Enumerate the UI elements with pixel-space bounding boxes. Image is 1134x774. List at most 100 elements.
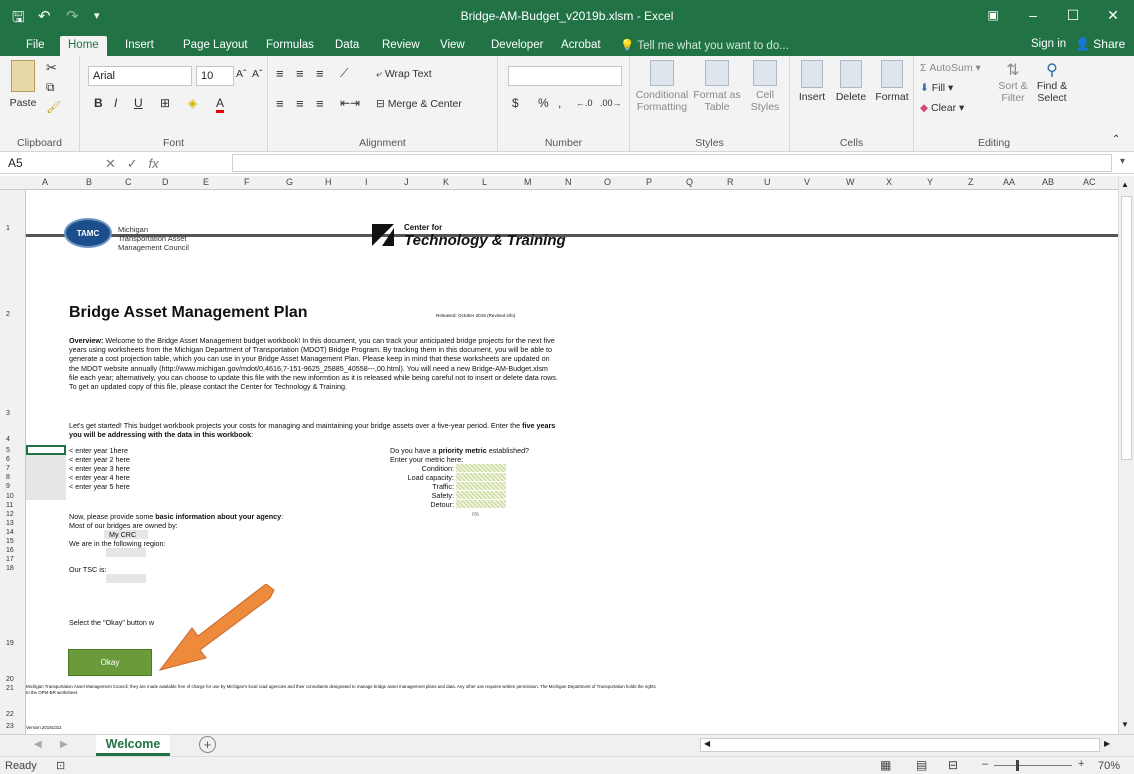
column-header[interactable]: B xyxy=(86,177,92,187)
format-as-table-button[interactable]: Format as Table xyxy=(692,60,742,113)
row-header[interactable]: 18 xyxy=(6,565,14,572)
zoom-slider-thumb[interactable] xyxy=(1016,760,1019,771)
fill-color-icon[interactable]: ◈ xyxy=(188,96,197,110)
increase-decimal-icon[interactable]: ←.0 xyxy=(576,98,593,108)
column-header[interactable]: W xyxy=(846,177,855,187)
add-sheet-button[interactable]: + xyxy=(199,736,216,753)
column-header[interactable]: M xyxy=(524,177,532,187)
zoom-in-icon[interactable]: + xyxy=(1078,758,1084,770)
row-header[interactable]: 3 xyxy=(6,410,10,417)
autosum-button[interactable]: Σ AutoSum ▾ xyxy=(920,62,981,74)
grow-font-icon[interactable]: Aˆ xyxy=(236,68,247,80)
percent-button[interactable]: % xyxy=(538,96,549,110)
borders-icon[interactable]: ⊞ xyxy=(160,96,170,110)
tab-formulas[interactable]: Formulas xyxy=(258,36,322,56)
maximize-button[interactable]: ☐ xyxy=(1058,4,1088,26)
column-header[interactable]: Q xyxy=(686,177,693,187)
font-name-combo[interactable]: Arial xyxy=(88,66,192,86)
page-break-view-icon[interactable]: ⊟ xyxy=(948,758,958,772)
share-button[interactable]: 👤 Share xyxy=(1075,37,1125,51)
scroll-down-icon[interactable]: ▼ xyxy=(1121,720,1129,729)
cancel-icon[interactable]: ✕ xyxy=(105,156,116,171)
fill-button[interactable]: ⬇ Fill ▾ xyxy=(920,82,953,94)
column-header[interactable]: C xyxy=(125,177,132,187)
row-header[interactable]: 23 xyxy=(6,723,14,730)
next-sheet-icon[interactable]: ▶ xyxy=(60,739,68,750)
expand-formula-bar-icon[interactable]: ▾ xyxy=(1120,156,1125,167)
align-center-icon[interactable]: ≡ xyxy=(296,96,304,111)
row-header[interactable]: 7 xyxy=(6,465,10,472)
column-header[interactable]: Z xyxy=(968,177,974,187)
column-header[interactable]: E xyxy=(203,177,209,187)
number-format-combo[interactable] xyxy=(508,66,622,86)
column-header[interactable]: L xyxy=(482,177,487,187)
region-field[interactable] xyxy=(106,548,146,557)
normal-view-icon[interactable]: ▦ xyxy=(880,758,891,772)
metric-safety-input[interactable] xyxy=(456,491,506,499)
comma-button[interactable]: , xyxy=(558,96,561,110)
scroll-thumb[interactable] xyxy=(1121,196,1132,460)
vertical-scrollbar[interactable]: ▲ ▼ xyxy=(1118,176,1134,734)
prev-sheet-icon[interactable]: ◀ xyxy=(34,739,42,750)
row-header[interactable]: 1 xyxy=(6,225,10,232)
tab-page-layout[interactable]: Page Layout xyxy=(175,36,256,56)
okay-button[interactable]: Okay xyxy=(68,649,152,676)
tsc-field[interactable] xyxy=(106,574,146,583)
metric-load-input[interactable] xyxy=(456,473,506,481)
zoom-slider[interactable] xyxy=(994,760,1072,771)
tab-view[interactable]: View xyxy=(432,36,473,56)
tab-acrobat[interactable]: Acrobat xyxy=(553,36,609,56)
metric-traffic-input[interactable] xyxy=(456,482,506,490)
column-header[interactable]: X xyxy=(886,177,892,187)
column-header[interactable]: I xyxy=(365,177,368,187)
column-header[interactable]: D xyxy=(162,177,169,187)
tab-insert[interactable]: Insert xyxy=(117,36,162,56)
align-right-icon[interactable]: ≡ xyxy=(316,96,324,111)
column-header[interactable]: R xyxy=(727,177,734,187)
sign-in-link[interactable]: Sign in xyxy=(1031,38,1066,50)
row-header[interactable]: 15 xyxy=(6,538,14,545)
column-header[interactable]: G xyxy=(286,177,293,187)
column-header[interactable]: P xyxy=(646,177,652,187)
row-header[interactable]: 4 xyxy=(6,436,10,443)
collapse-ribbon-icon[interactable]: ⌃ xyxy=(1112,134,1120,145)
format-painter-icon[interactable]: 🖌 xyxy=(46,100,61,114)
column-header[interactable]: A xyxy=(42,177,48,187)
underline-button[interactable]: U xyxy=(134,96,143,110)
row-header[interactable]: 2 xyxy=(6,311,10,318)
clear-button[interactable]: ◆ Clear ▾ xyxy=(920,102,964,114)
cell-styles-button[interactable]: Cell Styles xyxy=(744,60,786,113)
column-header[interactable]: K xyxy=(443,177,449,187)
zoom-level[interactable]: 70% xyxy=(1098,760,1120,772)
copy-icon[interactable]: ⧉ xyxy=(46,80,55,95)
row-header[interactable]: 10 xyxy=(6,493,14,500)
row-header[interactable]: 13 xyxy=(6,520,14,527)
sort-filter-button[interactable]: ⇅ Sort & Filter xyxy=(996,60,1030,104)
row-header[interactable]: 22 xyxy=(6,711,14,718)
shrink-font-icon[interactable]: Aˇ xyxy=(252,68,263,80)
horizontal-scrollbar[interactable]: ◀ xyxy=(700,738,1100,752)
ribbon-display-options-icon[interactable]: ▣ xyxy=(978,4,1008,26)
tab-review[interactable]: Review xyxy=(374,36,428,56)
tab-developer[interactable]: Developer xyxy=(483,36,551,56)
row-header[interactable]: 5 xyxy=(6,447,10,454)
italic-button[interactable]: I xyxy=(114,96,117,110)
row-header[interactable]: 11 xyxy=(6,502,13,509)
scroll-up-icon[interactable]: ▲ xyxy=(1121,180,1129,189)
worksheet-grid[interactable]: TAMC Michigan Transportation Asset Manag… xyxy=(26,190,1118,734)
tab-home[interactable]: Home xyxy=(60,36,107,56)
metric-condition-input[interactable] xyxy=(456,464,506,472)
row-header[interactable]: 12 xyxy=(6,511,14,518)
column-header[interactable]: O xyxy=(604,177,611,187)
format-cells-button[interactable]: Format xyxy=(872,60,912,103)
row-header[interactable]: 8 xyxy=(6,474,10,481)
macro-recording-icon[interactable]: ⊡ xyxy=(56,759,65,772)
selected-cell-a5[interactable] xyxy=(26,445,66,455)
align-top-icon[interactable]: ≡ xyxy=(276,66,284,81)
indent-icon[interactable]: ⇤⇥ xyxy=(340,96,360,110)
scroll-left-icon[interactable]: ◀ xyxy=(704,739,710,748)
align-middle-icon[interactable]: ≡ xyxy=(296,66,304,81)
insert-function-icon[interactable]: fx xyxy=(149,156,159,171)
minimize-button[interactable]: – xyxy=(1018,4,1048,26)
zoom-out-icon[interactable]: – xyxy=(982,758,988,770)
